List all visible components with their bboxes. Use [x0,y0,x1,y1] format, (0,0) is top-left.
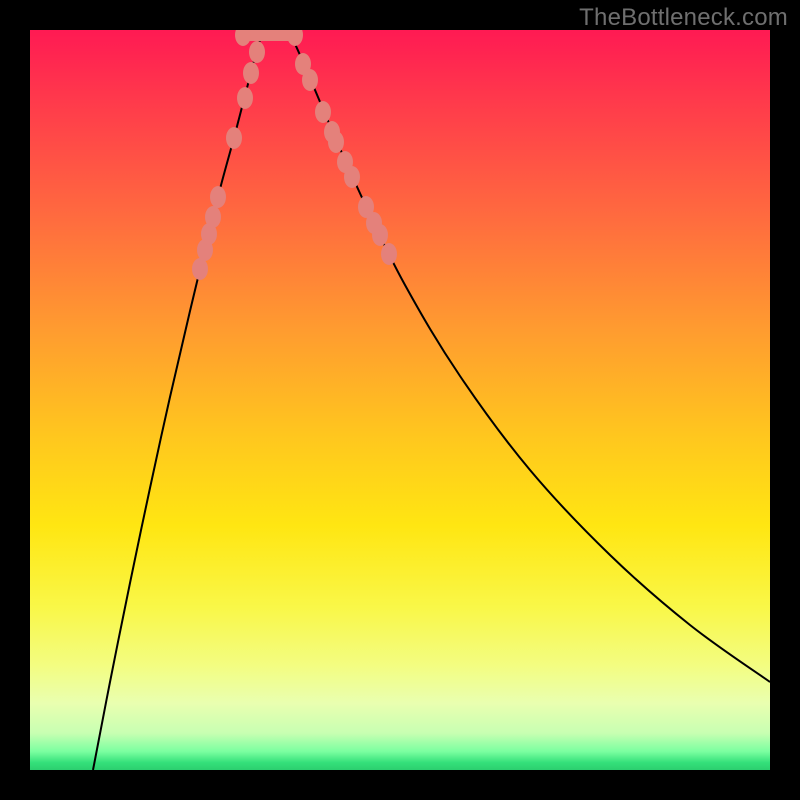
watermark-text: TheBottleneck.com [579,4,788,32]
series-layer [93,33,770,770]
data-marker [328,131,344,153]
data-marker [302,69,318,91]
data-marker [210,186,226,208]
curve-layer [30,30,770,770]
data-marker [372,224,388,246]
data-marker [344,166,360,188]
series-bottleneck-curve-right [290,33,770,682]
data-marker [287,30,303,46]
data-marker [205,206,221,228]
data-marker [192,258,208,280]
data-marker [381,243,397,265]
data-marker [226,127,242,149]
data-marker [249,41,265,63]
chart-frame: TheBottleneck.com [0,0,800,800]
marker-layer [192,30,397,280]
data-marker [235,30,251,46]
data-marker [237,87,253,109]
data-marker [243,62,259,84]
data-marker [315,101,331,123]
plot-area [30,30,770,770]
